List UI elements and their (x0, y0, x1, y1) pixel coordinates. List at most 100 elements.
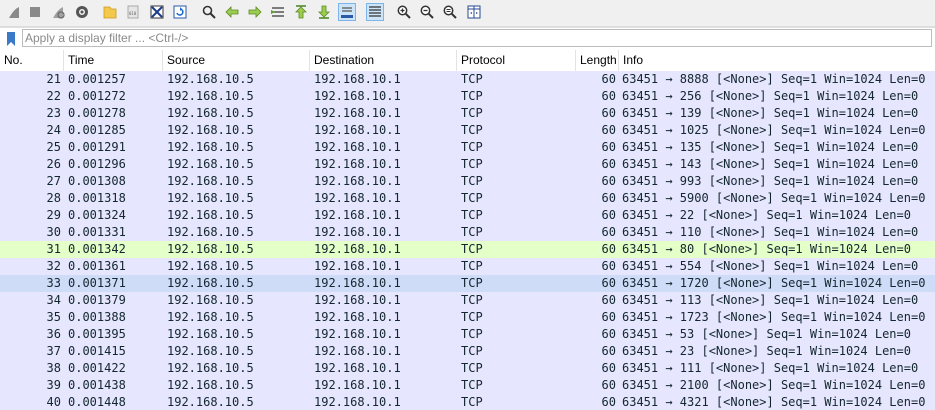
go-forward-icon[interactable] (246, 3, 264, 21)
packet-destination: 192.168.10.1 (314, 123, 401, 137)
packet-source: 192.168.10.5 (167, 123, 254, 137)
packet-info: 63451 → 135 [<None>] Seq=1 Win=1024 Len=… (622, 140, 919, 154)
packet-protocol: TCP (461, 72, 483, 86)
packet-row[interactable]: 24 0.001285 192.168.10.5 192.168.10.1 TC… (0, 122, 935, 139)
packet-number: 34 (46, 293, 61, 307)
shark-fin-start-icon[interactable] (5, 3, 23, 21)
packet-info: 63451 → 22 [<None>] Seq=1 Win=1024 Len=0 (622, 208, 911, 222)
packet-row[interactable]: 27 0.001308 192.168.10.5 192.168.10.1 TC… (0, 173, 935, 190)
packet-source: 192.168.10.5 (167, 361, 254, 375)
packet-info: 63451 → 143 [<None>] Seq=1 Win=1024 Len=… (622, 157, 919, 171)
column-header-source[interactable]: Source (163, 50, 310, 71)
packet-info: 63451 → 4321 [<None>] Seq=1 Win=1024 Len… (622, 395, 926, 409)
packet-number: 39 (46, 378, 61, 392)
packet-info: 63451 → 554 [<None>] Seq=1 Win=1024 Len=… (622, 259, 919, 273)
packet-time: 0.001318 (68, 191, 126, 205)
packet-time: 0.001272 (68, 89, 126, 103)
packet-time: 0.001278 (68, 106, 126, 120)
packet-length: 60 (601, 174, 616, 188)
packet-source: 192.168.10.5 (167, 191, 254, 205)
packet-info: 63451 → 111 [<None>] Seq=1 Win=1024 Len=… (622, 361, 919, 375)
packet-row[interactable]: 37 0.001415 192.168.10.5 192.168.10.1 TC… (0, 343, 935, 360)
packet-row[interactable]: 38 0.001422 192.168.10.5 192.168.10.1 TC… (0, 360, 935, 377)
packet-row[interactable]: 33 0.001371 192.168.10.5 192.168.10.1 TC… (0, 275, 935, 292)
packet-destination: 192.168.10.1 (314, 327, 401, 341)
packet-length: 60 (601, 89, 616, 103)
colorize-icon[interactable] (366, 3, 384, 21)
column-header-destination[interactable]: Destination (310, 50, 457, 71)
packet-time: 0.001379 (68, 293, 126, 307)
packet-time: 0.001257 (68, 72, 126, 86)
packet-time: 0.001361 (68, 259, 126, 273)
packet-length: 60 (601, 157, 616, 171)
packet-row[interactable]: 23 0.001278 192.168.10.5 192.168.10.1 TC… (0, 105, 935, 122)
column-header-protocol[interactable]: Protocol (457, 50, 576, 71)
display-filter-input[interactable] (22, 29, 932, 47)
packet-info: 63451 → 1723 [<None>] Seq=1 Win=1024 Len… (622, 310, 926, 324)
packet-number: 24 (46, 123, 61, 137)
zoom-in-icon[interactable] (395, 3, 413, 21)
packet-info: 63451 → 2100 [<None>] Seq=1 Win=1024 Len… (622, 378, 926, 392)
packet-time: 0.001448 (68, 395, 126, 409)
zoom-normal-icon[interactable] (441, 3, 459, 21)
reload-icon[interactable] (171, 3, 189, 21)
packet-protocol: TCP (461, 259, 483, 273)
packet-row[interactable]: 36 0.001395 192.168.10.5 192.168.10.1 TC… (0, 326, 935, 343)
packet-length: 60 (601, 140, 616, 154)
packet-row[interactable]: 35 0.001388 192.168.10.5 192.168.10.1 TC… (0, 309, 935, 326)
packet-destination: 192.168.10.1 (314, 174, 401, 188)
filter-bookmark-icon[interactable] (3, 30, 19, 48)
gear-options-icon[interactable] (73, 3, 91, 21)
open-folder-icon[interactable] (101, 3, 119, 21)
packet-protocol: TCP (461, 378, 483, 392)
packet-destination: 192.168.10.1 (314, 208, 401, 222)
packet-length: 60 (601, 72, 616, 86)
packet-number: 21 (46, 72, 61, 86)
shark-fin-restart-icon[interactable] (49, 3, 67, 21)
packet-time: 0.001285 (68, 123, 126, 137)
packet-source: 192.168.10.5 (167, 157, 254, 171)
packet-row[interactable]: 39 0.001438 192.168.10.5 192.168.10.1 TC… (0, 377, 935, 394)
packet-length: 60 (601, 259, 616, 273)
autoscroll-icon[interactable] (338, 3, 356, 21)
go-last-icon[interactable] (315, 3, 333, 21)
packet-row[interactable]: 30 0.001331 192.168.10.5 192.168.10.1 TC… (0, 224, 935, 241)
zoom-out-icon[interactable] (418, 3, 436, 21)
packet-protocol: TCP (461, 361, 483, 375)
packet-row[interactable]: 29 0.001324 192.168.10.5 192.168.10.1 TC… (0, 207, 935, 224)
resize-columns-icon[interactable] (465, 3, 483, 21)
column-header-info[interactable]: Info (619, 50, 935, 71)
packet-row[interactable]: 31 0.001342 192.168.10.5 192.168.10.1 TC… (0, 241, 935, 258)
packet-info: 63451 → 139 [<None>] Seq=1 Win=1024 Len=… (622, 106, 919, 120)
packet-row[interactable]: 25 0.001291 192.168.10.5 192.168.10.1 TC… (0, 139, 935, 156)
packet-row[interactable]: 21 0.001257 192.168.10.5 192.168.10.1 TC… (0, 71, 935, 88)
packet-row[interactable]: 28 0.001318 192.168.10.5 192.168.10.1 TC… (0, 190, 935, 207)
packet-list-header: No. Time Source Destination Protocol Len… (0, 50, 935, 72)
close-file-icon[interactable] (148, 3, 166, 21)
packet-info: 63451 → 8888 [<None>] Seq=1 Win=1024 Len… (622, 72, 926, 86)
packet-protocol: TCP (461, 395, 483, 409)
packet-info: 63451 → 80 [<None>] Seq=1 Win=1024 Len=0 (622, 242, 911, 256)
packet-row[interactable]: 32 0.001361 192.168.10.5 192.168.10.1 TC… (0, 258, 935, 275)
column-header-no[interactable]: No. (0, 50, 64, 71)
packet-time: 0.001438 (68, 378, 126, 392)
go-to-packet-icon[interactable] (269, 3, 287, 21)
go-first-icon[interactable] (292, 3, 310, 21)
packet-time: 0.001342 (68, 242, 126, 256)
packet-row[interactable]: 34 0.001379 192.168.10.5 192.168.10.1 TC… (0, 292, 935, 309)
column-header-time[interactable]: Time (64, 50, 163, 71)
packet-row[interactable]: 40 0.001448 192.168.10.5 192.168.10.1 TC… (0, 394, 935, 410)
packet-info: 63451 → 5900 [<None>] Seq=1 Win=1024 Len… (622, 191, 926, 205)
packet-protocol: TCP (461, 276, 483, 290)
packet-row[interactable]: 22 0.001272 192.168.10.5 192.168.10.1 TC… (0, 88, 935, 105)
column-header-length[interactable]: Length (576, 50, 619, 71)
packet-row[interactable]: 26 0.001296 192.168.10.5 192.168.10.1 TC… (0, 156, 935, 173)
save-file-icon[interactable]: 010 (124, 3, 142, 21)
find-packet-icon[interactable] (200, 3, 218, 21)
packet-length: 60 (601, 191, 616, 205)
packet-destination: 192.168.10.1 (314, 72, 401, 86)
stop-square-icon[interactable] (26, 3, 44, 21)
packet-number: 23 (46, 106, 61, 120)
go-back-icon[interactable] (223, 3, 241, 21)
packet-destination: 192.168.10.1 (314, 157, 401, 171)
